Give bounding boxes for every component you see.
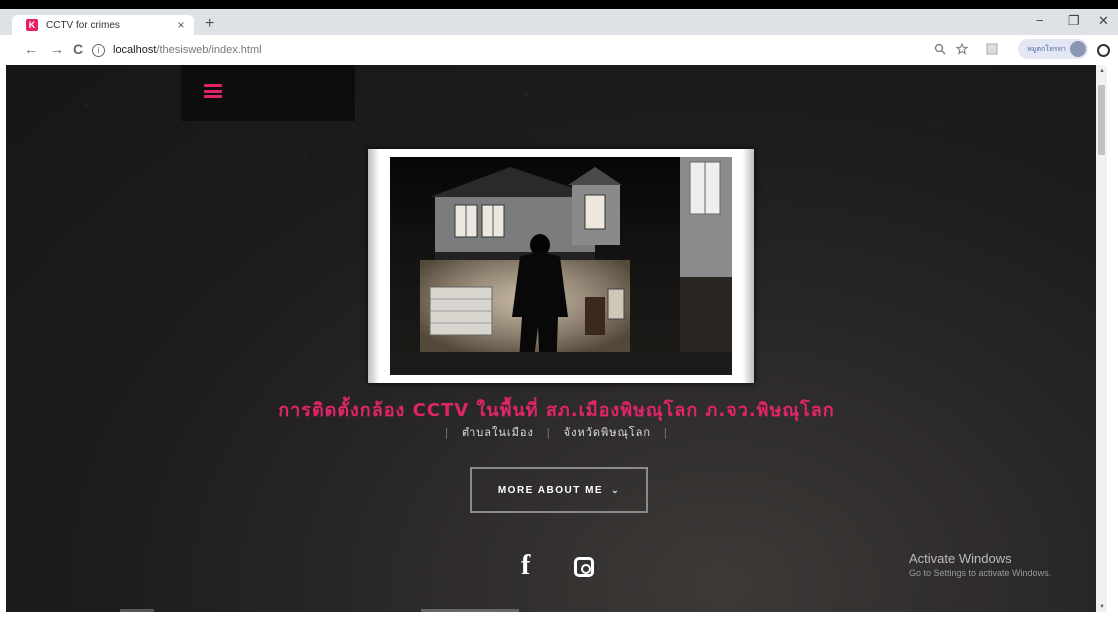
browser-menu-icon[interactable] <box>1097 44 1110 57</box>
horizontal-scroll-indicator <box>120 609 154 612</box>
site-favicon-icon: K <box>26 19 38 31</box>
tab-close-icon[interactable]: × <box>174 18 188 32</box>
url-host: localhost <box>113 44 157 56</box>
subtitle-links: | ตำบลในเมือง | จังหวัดพิษณุโลก | <box>6 423 1107 441</box>
scroll-thumb[interactable] <box>1098 85 1105 155</box>
chevron-down-icon: ⌄ <box>611 484 621 495</box>
extension-icon[interactable] <box>986 43 998 58</box>
horizontal-scroll-thumb[interactable] <box>421 609 519 612</box>
separator: | <box>444 426 450 439</box>
page-viewport: การติดตั้งกล้อง CCTV ในพื้นที่ สภ.เมืองพ… <box>6 65 1107 612</box>
tab-strip: K CCTV for crimes × + − ❐ ✕ <box>0 9 1118 35</box>
nav-menu-box <box>181 65 355 121</box>
avatar-icon <box>1070 41 1086 57</box>
hero-image-frame <box>368 149 754 383</box>
browser-chrome: K CCTV for crimes × + − ❐ ✕ ← → C i loca… <box>0 9 1118 65</box>
instagram-icon[interactable] <box>574 557 594 577</box>
activate-title: Activate Windows <box>909 551 1012 566</box>
close-window-button[interactable]: ✕ <box>1098 13 1109 29</box>
subtitle-province: จังหวัดพิษณุโลก <box>563 426 652 439</box>
info-icon[interactable]: i <box>92 43 105 57</box>
maximize-button[interactable]: ❐ <box>1068 13 1080 29</box>
star-icon[interactable] <box>955 42 969 58</box>
hero-image <box>390 157 732 375</box>
browser-toolbar: ← → C i localhost/thesisweb/index.html ห… <box>0 35 1118 65</box>
scroll-down-arrow-icon[interactable]: ▼ <box>1099 604 1105 610</box>
url-text[interactable]: localhost/thesisweb/index.html <box>113 44 262 56</box>
more-about-me-button[interactable]: MORE ABOUT ME ⌄ <box>470 467 648 513</box>
screen-edge <box>0 0 1118 9</box>
subtitle-subdistrict: ตำบลในเมือง <box>461 426 534 439</box>
separator: | <box>546 426 552 439</box>
facebook-icon[interactable]: f <box>521 550 530 582</box>
new-tab-button[interactable]: + <box>205 15 214 33</box>
forward-button[interactable]: → <box>50 41 64 57</box>
hamburger-menu-icon[interactable] <box>204 84 222 98</box>
activate-windows-watermark: Activate Windows Go to Settings to activ… <box>909 551 1051 578</box>
more-about-me-label: MORE ABOUT ME <box>497 484 604 496</box>
zoom-icon[interactable] <box>934 43 946 58</box>
minimize-button[interactable]: − <box>1036 13 1044 28</box>
tab-title: CCTV for crimes <box>46 19 120 31</box>
separator: | <box>663 426 669 439</box>
url-path: /thesisweb/index.html <box>156 44 262 56</box>
profile-label: หมูตกโทรทา <box>1027 45 1066 53</box>
reload-button[interactable]: C <box>73 41 83 57</box>
page-headline: การติดตั้งกล้อง CCTV ในพื้นที่ สภ.เมืองพ… <box>278 400 835 421</box>
address-bar[interactable]: i localhost/thesisweb/index.html <box>92 39 912 61</box>
activate-subtitle: Go to Settings to activate Windows. <box>909 568 1052 578</box>
back-button[interactable]: ← <box>24 41 38 57</box>
browser-tab[interactable]: K CCTV for crimes × <box>12 15 194 35</box>
profile-button[interactable]: หมูตกโทรทา <box>1018 39 1088 59</box>
scroll-up-arrow-icon[interactable]: ▲ <box>1099 68 1105 74</box>
vertical-scrollbar[interactable]: ▲ ▼ <box>1096 65 1107 612</box>
